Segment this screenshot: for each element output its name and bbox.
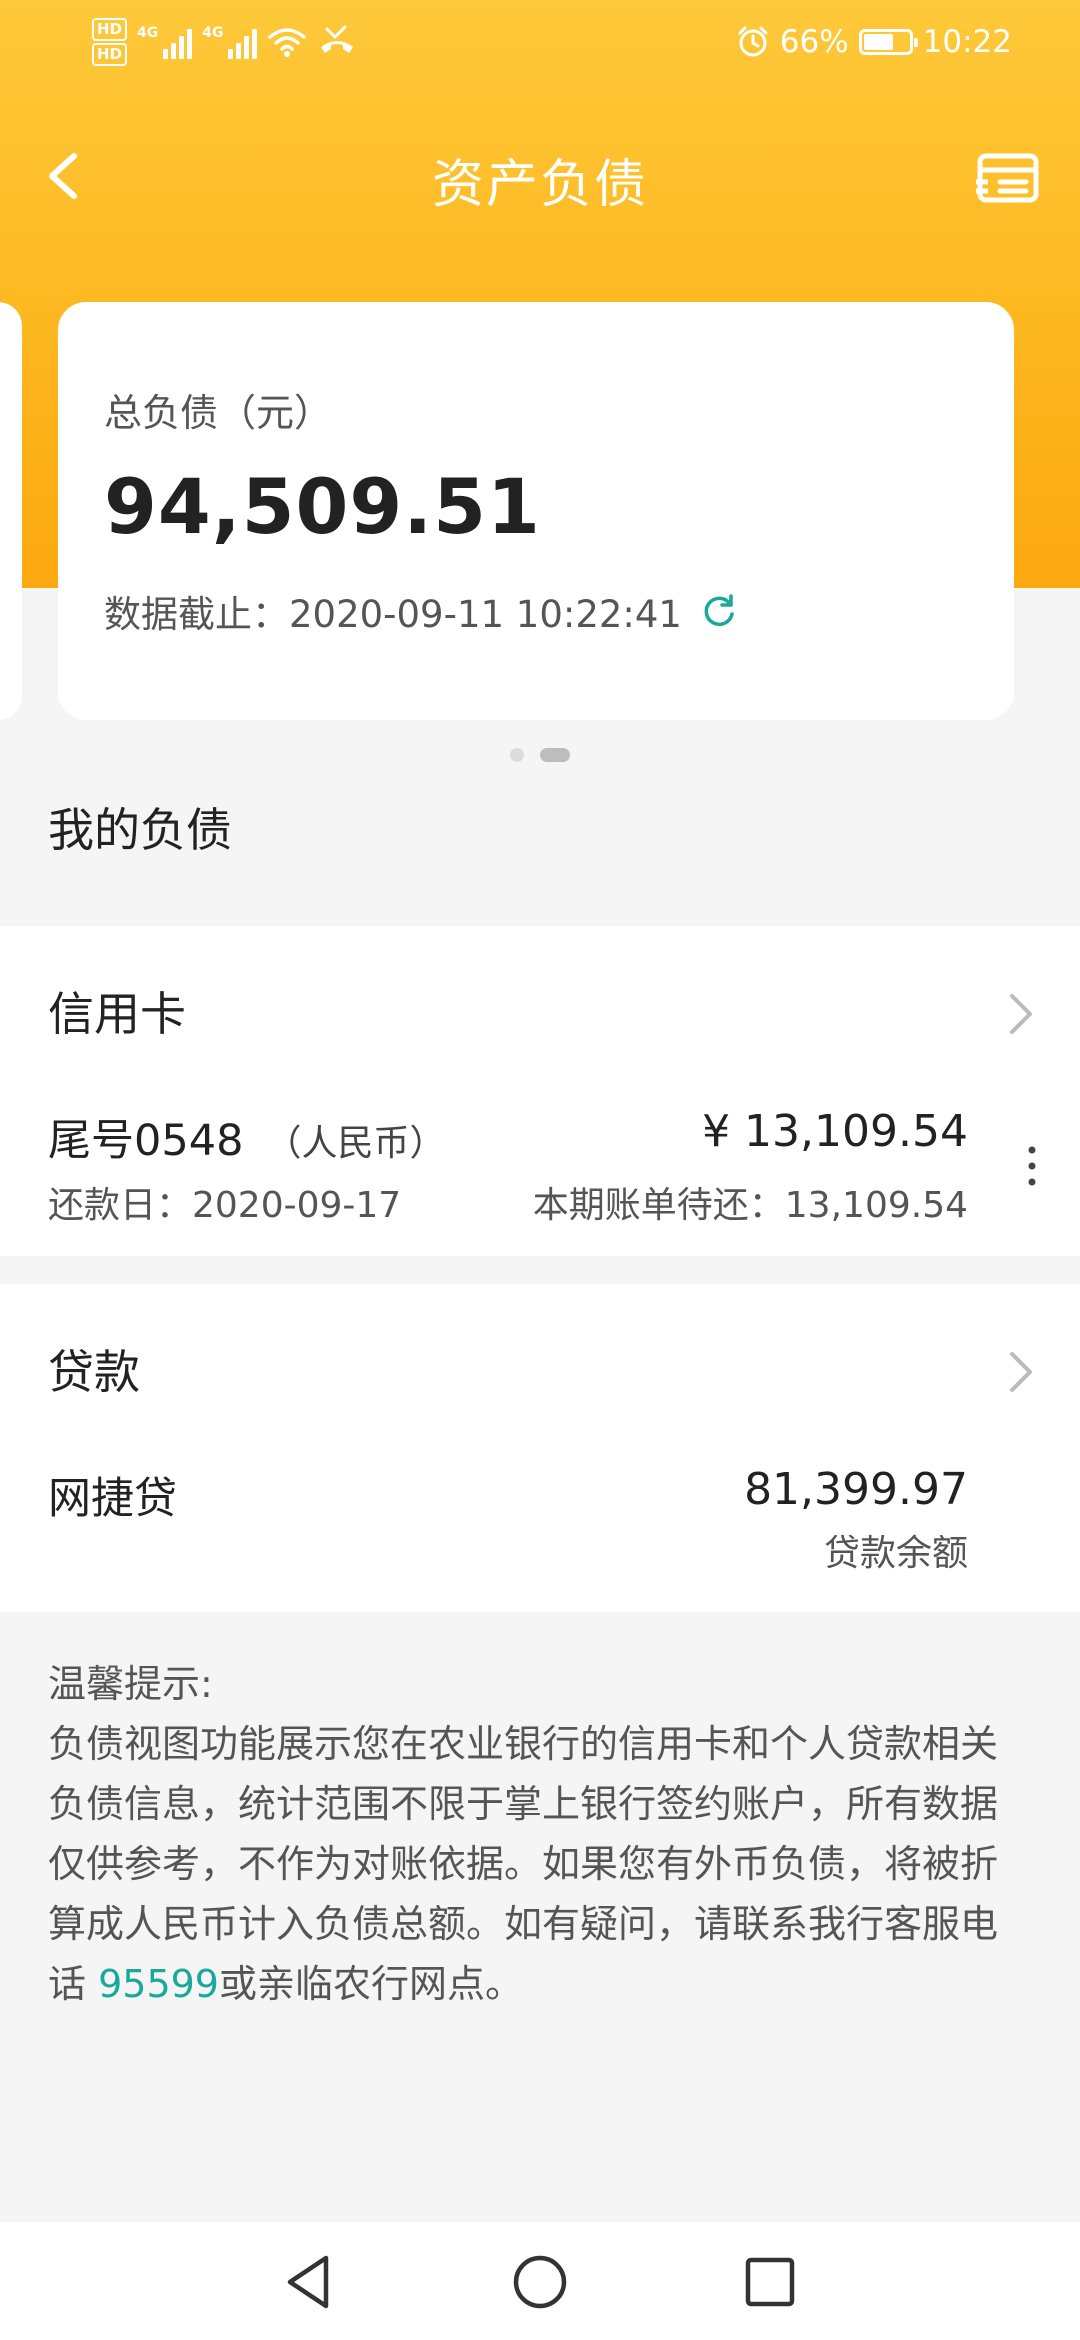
sim2-label: 4G <box>202 25 224 41</box>
system-navigation-bar <box>0 2222 1080 2340</box>
hd-icon: HD HD <box>92 17 128 67</box>
timestamp-text: 数据截止：2020-09-11 10:22:41 <box>104 593 682 636</box>
total-liabilities-label: 总负债（元） <box>104 391 333 435</box>
battery-icon <box>858 29 918 55</box>
loan-name[interactable]: 网捷贷 <box>48 1464 177 1526</box>
battery-fill <box>863 34 893 50</box>
page-title: 资产负债 <box>431 155 648 215</box>
nav-recents-icon[interactable] <box>738 2250 802 2314</box>
chevron-right-icon[interactable] <box>1004 990 1038 1038</box>
more-vertical-icon[interactable] <box>1026 1144 1038 1188</box>
total-liabilities-amount: 94,509.51 <box>104 462 541 551</box>
chevron-right-icon[interactable] <box>1004 1348 1038 1396</box>
signal-icon: 4G <box>137 25 193 59</box>
hd-top-label: HD <box>92 18 128 41</box>
tips-body-end: 或亲临农行网点。 <box>218 1962 523 2006</box>
card-currency: （人民币） <box>265 1123 446 1164</box>
status-bar: HD HD 4G 4G 66% 10:22 <box>0 0 1080 84</box>
credit-card-section: 信用卡 尾号0548 （人民币） 还款日：2020-09-17 ¥ 13,109.… <box>0 926 1080 1256</box>
status-time: 10:22 <box>922 24 1012 60</box>
alarm-icon <box>738 26 768 57</box>
status-left: HD HD 4G 4G <box>92 14 357 70</box>
service-phone-link[interactable]: 95599 <box>98 1962 219 2006</box>
total-liabilities-card: 总负债（元） 94,509.51 数据截止：2020-09-11 10:22:4… <box>58 302 1014 720</box>
bill-list-icon[interactable] <box>976 150 1040 206</box>
credit-card-header[interactable]: 信用卡 <box>48 978 186 1044</box>
loan-amount: 81,399.97 <box>744 1464 968 1515</box>
nav-bar: 资产负债 <box>0 120 1080 230</box>
card-tail-number[interactable]: 尾号0548 （人民币） <box>48 1106 445 1168</box>
loan-section: 贷款 网捷贷 81,399.97 贷款余额 <box>0 1284 1080 1612</box>
tips: 温馨提示: 负债视图功能展示您在农业银行的信用卡和个人贷款相关负债信息，统计范围… <box>48 1654 1032 2014</box>
screen: HD HD 4G 4G 66% 10:22 资产负债 总负债（元） 94,509… <box>0 0 1080 2340</box>
section-title: 我的负债 <box>48 803 232 857</box>
tips-body: 负债视图功能展示您在农业银行的信用卡和个人贷款相关负债信息，统计范围不限于掌上银… <box>48 1714 1032 2014</box>
nav-back-icon[interactable] <box>278 2250 342 2314</box>
carousel-dot <box>510 748 524 762</box>
previous-card-peek[interactable] <box>0 302 22 720</box>
carousel-indicator <box>0 748 1080 762</box>
credit-card-amount: ¥ 13,109.54 <box>702 1106 968 1157</box>
tips-heading: 温馨提示: <box>48 1662 213 1706</box>
current-bill-due: 本期账单待还：13,109.54 <box>532 1185 968 1226</box>
hd-bottom-label: HD <box>92 43 128 66</box>
missed-call-icon <box>321 25 354 53</box>
status-right: 66% 10:22 <box>736 18 1012 66</box>
loan-header[interactable]: 贷款 <box>48 1336 140 1402</box>
nav-home-icon[interactable] <box>508 2250 572 2314</box>
wifi-icon <box>268 28 307 57</box>
card-tail-text: 尾号0548 <box>48 1116 244 1166</box>
repayment-date: 还款日：2020-09-17 <box>48 1185 402 1226</box>
signal-icon: 4G <box>202 25 258 59</box>
loan-balance-label: 贷款余额 <box>823 1533 968 1574</box>
carousel-dot-active <box>540 748 570 762</box>
battery-percent: 66% <box>779 24 849 60</box>
sim1-label: 4G <box>137 25 159 41</box>
refresh-icon[interactable] <box>700 592 738 630</box>
data-timestamp: 数据截止：2020-09-11 10:22:41 <box>104 584 738 638</box>
